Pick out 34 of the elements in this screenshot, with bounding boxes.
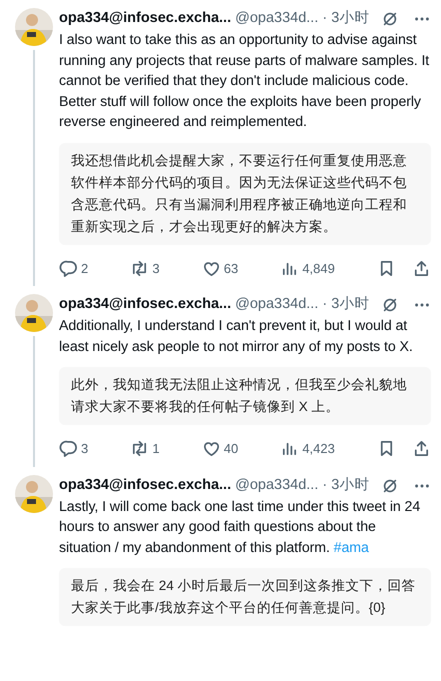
post-text: I also want to take this as an opportunity to advise against running any projects that reuse parts of malware samples. It cannot be verified that they don't include malicious code. Better stuff will follow once the exploits have been properly reverse engineered and reimplemented.	[59, 31, 430, 132]
replies-count: 3	[81, 440, 88, 458]
reposts-count: 3	[152, 260, 160, 278]
slashed-circle-icon[interactable]	[381, 10, 399, 28]
translation-text: 此外，我知道我无法阻止这种情况，但我至少会礼貌地请求大家不要将我的任何帖子镜像到 X 上。	[59, 367, 431, 425]
author-name[interactable]: opa334@infosec.excha...	[59, 294, 232, 316]
author-handle[interactable]: @opa334d...	[235, 294, 318, 316]
post-time[interactable]: 3小时	[331, 474, 370, 496]
translation-text: 最后，我会在 24 小时后最后一次回到这条推文下，回答大家关于此事/我放弃这个平台的任何善意提问。{0}	[59, 568, 431, 626]
views-count: 4,849	[302, 260, 335, 278]
avatar[interactable]	[15, 8, 53, 46]
author-handle[interactable]: @opa334d...	[235, 8, 318, 30]
post-time[interactable]: 3小时	[331, 294, 370, 316]
separator: ·	[322, 295, 328, 314]
likes-count: 40	[224, 440, 238, 458]
post-text: Lastly, I will come back one last time under this tweet in 24 hours to answer any good faith questions about the situation / my abandonment of this platform. #ama	[59, 498, 422, 558]
views-count: 4,423	[302, 440, 335, 458]
reposts-count: 1	[152, 440, 160, 458]
post-text: Additionally, I understand I can't prevent it, but I would at least nicely ask people to not mirror any of my posts to X.	[59, 317, 414, 356]
avatar[interactable]	[15, 474, 53, 512]
author-name[interactable]: opa334@infosec.excha...	[59, 474, 232, 496]
author-handle[interactable]: @opa334d...	[235, 474, 318, 496]
separator: ·	[322, 476, 328, 495]
heart-icon[interactable]	[202, 439, 221, 458]
replies-count: 2	[81, 260, 88, 278]
likes-count: 63	[224, 260, 238, 278]
comment-icon[interactable]	[59, 258, 78, 278]
author-name[interactable]: opa334@infosec.excha...	[59, 8, 232, 30]
post-time[interactable]: 3小时	[331, 8, 370, 30]
slashed-circle-icon[interactable]	[381, 296, 399, 314]
avatar[interactable]	[15, 294, 53, 332]
comment-icon[interactable]	[59, 439, 78, 458]
translation-text: 我还想借此机会提醒大家，不要运行任何重复使用恶意软件样本部分代码的项目。因为无法保证这些代码不包含恶意代码。只有当漏洞利用程序被正确地逆向工程和重新实现之后，才会出现更好的解决方案。	[59, 142, 431, 244]
separator: ·	[322, 9, 328, 28]
